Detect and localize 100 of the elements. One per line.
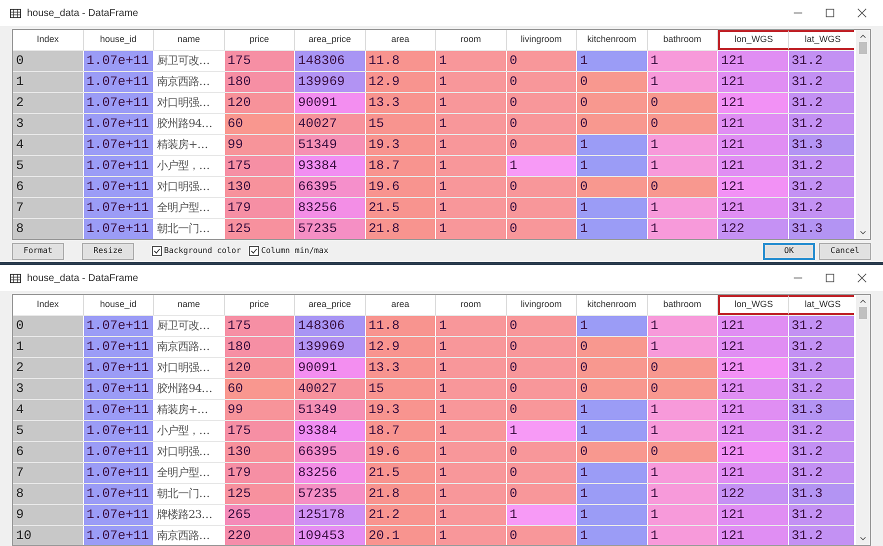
scroll-thumb[interactable]	[859, 307, 868, 319]
table-cell: 83256	[295, 463, 366, 483]
row-index: 7	[13, 463, 84, 483]
table-cell: 1.07e+11	[84, 51, 154, 71]
maximize-icon[interactable]	[825, 273, 835, 283]
table-cell: 1	[436, 379, 506, 399]
column-header[interactable]: kitchenroom	[577, 295, 648, 315]
table-cell: 121	[718, 505, 788, 525]
table-cell: 1	[506, 505, 577, 525]
scroll-thumb[interactable]	[859, 42, 868, 54]
close-icon[interactable]	[857, 273, 867, 283]
column-header[interactable]: Index	[13, 30, 84, 50]
column-header[interactable]: area_price	[295, 30, 366, 50]
column-header[interactable]: house_id	[84, 30, 154, 50]
row-index: 8	[13, 484, 84, 504]
row-index: 6	[13, 177, 84, 197]
footer-button[interactable]: Resize	[82, 242, 134, 260]
column-header[interactable]: area	[366, 295, 436, 315]
column-header[interactable]: Index	[13, 295, 84, 315]
table-cell: 精装房+…	[154, 135, 224, 155]
table-cell: 180	[224, 72, 295, 92]
table-cell: 21.8	[366, 484, 436, 504]
column-header[interactable]: livingroom	[506, 295, 577, 315]
column-header[interactable]: price	[224, 30, 295, 50]
table-cell: 21.8	[366, 219, 436, 239]
table-cell: 120	[224, 93, 295, 113]
column-header[interactable]: area_price	[295, 295, 366, 315]
column-header[interactable]: bathroom	[648, 30, 718, 50]
table-cell: 1	[648, 198, 718, 218]
table-cell: 31.2	[788, 72, 854, 92]
table-cell: 31.2	[788, 156, 854, 176]
scroll-bar[interactable]	[856, 30, 870, 239]
table-cell: 31.2	[788, 51, 854, 71]
column-header[interactable]: kitchenroom	[577, 30, 648, 50]
table-cell: 对口明强…	[154, 442, 224, 462]
column-header[interactable]: livingroom	[506, 30, 577, 50]
table-cell: 125	[224, 219, 295, 239]
column-header[interactable]: room	[436, 30, 506, 50]
table-icon	[10, 8, 21, 18]
table-cell: 120	[224, 358, 295, 378]
dialog-button[interactable]: Cancel	[819, 242, 871, 260]
table-cell: 60	[224, 379, 295, 399]
checkbox[interactable]	[249, 246, 260, 256]
row-index: 3	[13, 114, 84, 134]
table-cell: 1.07e+11	[84, 135, 154, 155]
column-header[interactable]: area	[366, 30, 436, 50]
column-header[interactable]: name	[154, 295, 224, 315]
table-cell: 99	[224, 135, 295, 155]
table-cell: 51349	[295, 135, 366, 155]
table-cell: 1	[577, 316, 648, 336]
table-cell: 0	[577, 337, 648, 357]
dialog-button[interactable]: OK	[763, 242, 815, 260]
table-cell: 180	[224, 337, 295, 357]
table-cell: 1.07e+11	[84, 114, 154, 134]
table-cell: 31.2	[788, 379, 854, 399]
row-index: 5	[13, 156, 84, 176]
column-header[interactable]: house_id	[84, 295, 154, 315]
table-cell: 19.6	[366, 442, 436, 462]
table-cell: 19.3	[366, 135, 436, 155]
column-header[interactable]: lat_WGS	[788, 295, 854, 315]
table-cell: 179	[224, 198, 295, 218]
checkbox[interactable]	[152, 246, 162, 256]
table-cell: 1.07e+11	[84, 156, 154, 176]
column-header[interactable]: bathroom	[648, 295, 718, 315]
column-header[interactable]: lon_WGS	[718, 295, 788, 315]
column-header[interactable]: price	[224, 295, 295, 315]
table-cell: 175	[224, 421, 295, 441]
column-header[interactable]: name	[154, 30, 224, 50]
table-cell: 130	[224, 442, 295, 462]
column-header[interactable]: lat_WGS	[788, 30, 854, 50]
table-cell: 1	[436, 198, 506, 218]
window-title: house_data - DataFrame	[27, 272, 138, 286]
table-cell: 121	[718, 379, 788, 399]
table-cell: 1	[648, 505, 718, 525]
table-cell: 15	[366, 114, 436, 134]
table-cell: 109453	[295, 526, 366, 545]
column-header[interactable]: room	[436, 295, 506, 315]
table-cell: 1	[436, 337, 506, 357]
table-cell: 121	[718, 198, 788, 218]
close-icon[interactable]	[857, 8, 867, 18]
scroll-bar[interactable]	[856, 295, 870, 545]
table-cell: 40027	[295, 379, 366, 399]
table-cell: 1	[577, 484, 648, 504]
table-cell: 121	[718, 400, 788, 420]
table-cell: 1	[648, 156, 718, 176]
table-cell: 31.3	[788, 219, 854, 239]
footer-button[interactable]: Format	[12, 242, 64, 260]
maximize-icon[interactable]	[825, 8, 835, 18]
table-cell: 1	[436, 316, 506, 336]
table-cell: 148306	[295, 316, 366, 336]
table-cell: 12.9	[366, 337, 436, 357]
table-cell: 1	[577, 198, 648, 218]
table-cell: 11.8	[366, 51, 436, 71]
table-cell: 0	[506, 337, 577, 357]
table-cell: 31.3	[788, 135, 854, 155]
column-header[interactable]: lon_WGS	[718, 30, 788, 50]
table-cell: 0	[648, 93, 718, 113]
table-cell: 121	[718, 51, 788, 71]
table-cell: 18.7	[366, 156, 436, 176]
table-cell: 57235	[295, 484, 366, 504]
